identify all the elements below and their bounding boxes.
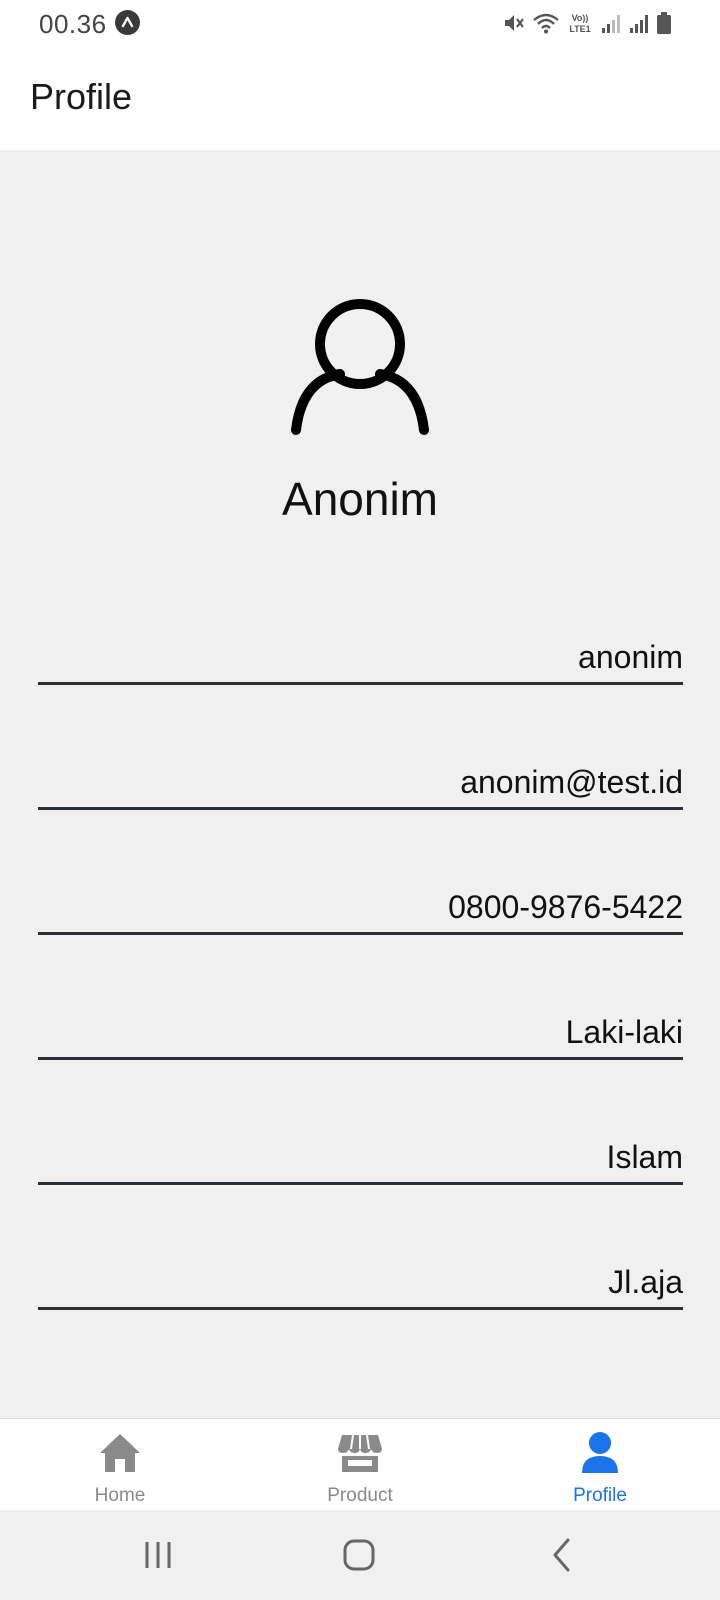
svg-text:Vo)): Vo)) bbox=[572, 13, 589, 23]
bottom-nav: Home Product Profile bbox=[0, 1418, 720, 1511]
user-name: Anonim bbox=[282, 473, 438, 525]
svg-text:LTE1: LTE1 bbox=[569, 24, 590, 34]
nav-label-product: Product bbox=[327, 1485, 393, 1506]
volte-icon: Vo)) LTE1 bbox=[569, 13, 590, 34]
nav-label-home: Home bbox=[94, 1485, 146, 1506]
address-field[interactable]: Jl.aja bbox=[38, 1247, 683, 1310]
phone-field[interactable]: 0800-9876-5422 bbox=[38, 872, 683, 935]
battery-icon bbox=[657, 12, 671, 34]
nav-item-profile[interactable]: Profile bbox=[480, 1419, 720, 1511]
nav-item-home[interactable]: Home bbox=[0, 1419, 240, 1511]
user-icon bbox=[582, 1432, 618, 1473]
recent-apps-icon[interactable] bbox=[135, 1532, 181, 1578]
status-bar: 00.36 Vo)) LTE1 bbox=[0, 0, 720, 46]
wifi-icon bbox=[533, 13, 559, 34]
mute-icon bbox=[505, 15, 524, 31]
religion-field[interactable]: Islam bbox=[38, 1122, 683, 1185]
app-header: Profile bbox=[0, 46, 720, 150]
nav-label-profile: Profile bbox=[573, 1485, 627, 1506]
store-icon bbox=[338, 1434, 382, 1472]
email-field[interactable]: anonim@test.id bbox=[38, 747, 683, 810]
page-title: Profile bbox=[30, 76, 133, 117]
user-outline-icon bbox=[291, 299, 429, 435]
signal-icon-sim2 bbox=[630, 15, 648, 33]
system-nav-bar bbox=[0, 1510, 720, 1600]
status-time: 00.36 bbox=[39, 9, 107, 39]
profile-content: Anonim anonim anonim@test.id 0800-9876-5… bbox=[0, 150, 720, 1418]
status-icons: Vo)) LTE1 bbox=[502, 8, 672, 38]
phone-value: 0800-9876-5422 bbox=[448, 889, 683, 925]
app-notification-icon bbox=[115, 10, 140, 35]
username-field[interactable]: anonim bbox=[38, 622, 683, 685]
gender-field[interactable]: Laki-laki bbox=[38, 997, 683, 1060]
gender-value: Laki-laki bbox=[565, 1014, 683, 1050]
home-button-icon[interactable] bbox=[336, 1532, 382, 1578]
religion-value: Islam bbox=[606, 1139, 683, 1175]
username-value: anonim bbox=[578, 639, 683, 675]
back-icon[interactable] bbox=[540, 1532, 586, 1578]
home-icon bbox=[100, 1434, 140, 1472]
nav-item-product[interactable]: Product bbox=[240, 1419, 480, 1511]
signal-icon-sim1 bbox=[602, 15, 620, 33]
email-value: anonim@test.id bbox=[460, 764, 683, 800]
address-value: Jl.aja bbox=[608, 1264, 683, 1300]
